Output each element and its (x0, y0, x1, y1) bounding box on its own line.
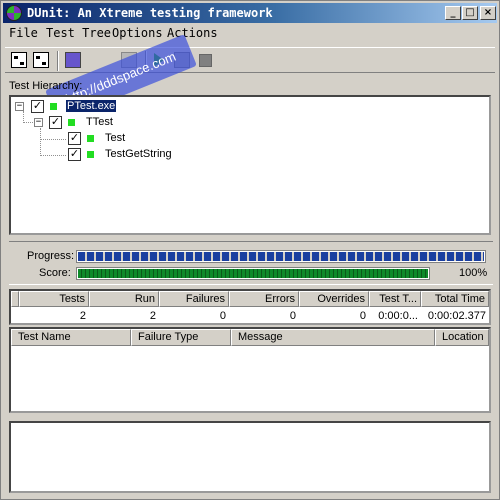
test-tree[interactable]: − ✓ PTest.exe − ✓ TTest ✓ Test ✓ TestGet… (9, 95, 491, 235)
title-bar[interactable]: DUnit: An Xtreme testing framework _ □ × (3, 3, 497, 23)
tree-node-test[interactable]: ✓ Test (11, 131, 211, 147)
node-checkbox[interactable]: ✓ (49, 116, 62, 129)
collapse-icon[interactable]: − (15, 102, 24, 111)
stats-col-total-time[interactable]: Total Time (421, 291, 489, 307)
status-passed-icon (50, 103, 57, 110)
progress-label: Progress: (27, 250, 75, 262)
stats-value-tests: 2 (79, 310, 86, 322)
stats-value-run: 2 (149, 310, 156, 322)
stats-value-test-time: 0:00:0... (378, 310, 418, 322)
window-title: DUnit: An Xtreme testing framework (27, 6, 273, 20)
status-passed-icon (87, 135, 94, 142)
node-checkbox[interactable]: ✓ (31, 100, 44, 113)
check-all-icon[interactable] (65, 52, 81, 68)
progress-bar (76, 250, 486, 263)
test-hierarchy-label: Test Hierarchy: (9, 80, 83, 92)
tree-node-ptest-exe[interactable]: − ✓ PTest.exe (11, 99, 211, 115)
stats-col-run[interactable]: Run (89, 291, 159, 307)
status-passed-icon (87, 151, 94, 158)
stats-grid: Tests Run Failures Errors Overrides Test… (9, 289, 491, 325)
error-detail-panel[interactable] (9, 421, 491, 493)
stats-value-failures: 0 (219, 310, 226, 322)
stats-value-total-time: 0:00:02.377 (427, 310, 486, 322)
node-label: TestGetString (105, 148, 172, 160)
node-checkbox[interactable]: ✓ (68, 132, 81, 145)
failure-list[interactable]: Test Name Failure Type Message Location (9, 327, 491, 413)
node-label: Test (105, 132, 126, 144)
menu-file[interactable]: File (9, 26, 38, 40)
minimize-button[interactable]: _ (445, 6, 461, 20)
stats-col-errors[interactable]: Errors (229, 291, 299, 307)
stats-col-failures[interactable]: Failures (159, 291, 229, 307)
stats-col-test-time[interactable]: Test T... (369, 291, 421, 307)
toolbar-separator (57, 51, 59, 71)
stats-header: Tests Run Failures Errors Overrides Test… (11, 291, 489, 307)
tree-node-testgetstring[interactable]: ✓ TestGetString (11, 147, 231, 163)
progress-area: Progress: Score: 100% (9, 241, 493, 285)
stats-value-overrides: 0 (359, 310, 366, 322)
tree-select-icon[interactable] (11, 52, 27, 68)
main-window: DUnit: An Xtreme testing framework _ □ ×… (0, 0, 500, 500)
failure-col-location[interactable]: Location (435, 329, 489, 346)
collapse-icon[interactable]: − (34, 118, 43, 127)
score-percent: 100% (459, 267, 488, 279)
node-label: PTest.exe (64, 99, 118, 113)
toolbar (5, 47, 495, 73)
score-bar (76, 267, 430, 280)
stop-icon[interactable] (199, 54, 212, 67)
maximize-button[interactable]: □ (462, 6, 478, 20)
failure-col-message[interactable]: Message (231, 329, 435, 346)
menu-options[interactable]: Options (112, 26, 163, 40)
menu-test-tree[interactable]: Test Tree (46, 26, 111, 40)
tree-node-ttest[interactable]: − ✓ TTest (11, 115, 211, 131)
stats-col-overrides[interactable]: Overrides (299, 291, 369, 307)
node-checkbox[interactable]: ✓ (68, 148, 81, 161)
node-label: TTest (86, 116, 113, 128)
stats-corner (11, 291, 19, 307)
progress-bar-fill (78, 252, 484, 261)
failure-col-test-name[interactable]: Test Name (11, 329, 131, 346)
score-label: Score: (39, 267, 71, 279)
score-bar-fill (78, 269, 428, 278)
status-passed-icon (68, 119, 75, 126)
tree-deselect-icon[interactable] (33, 52, 49, 68)
stats-value-errors: 0 (289, 310, 296, 322)
stats-col-tests[interactable]: Tests (19, 291, 89, 307)
close-button[interactable]: × (480, 6, 496, 20)
dunit-logo-icon (6, 5, 22, 21)
failure-col-failure-type[interactable]: Failure Type (131, 329, 231, 346)
